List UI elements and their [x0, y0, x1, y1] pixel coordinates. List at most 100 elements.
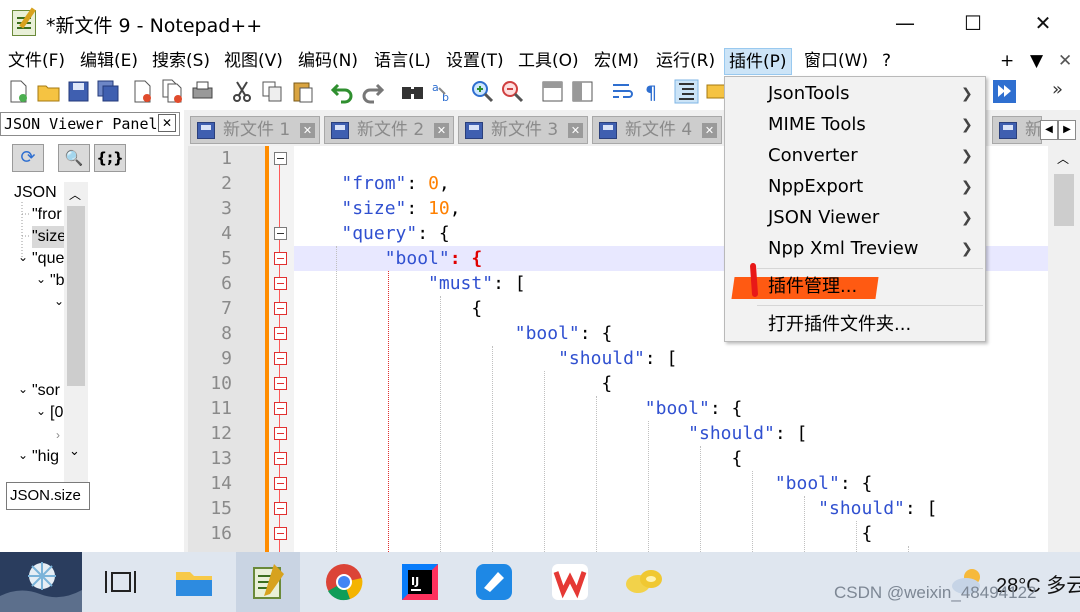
code-line[interactable]: "query": { — [298, 221, 449, 246]
zoom-in-icon[interactable] — [470, 79, 495, 104]
menu-window[interactable]: 窗口(W) — [800, 48, 872, 75]
scroll-up-icon[interactable]: ︿ — [1057, 150, 1069, 167]
feishu-icon[interactable] — [470, 558, 518, 606]
close-doc-button[interactable]: ✕ — [1054, 48, 1076, 75]
close-icon[interactable] — [130, 79, 155, 104]
wps-icon[interactable] — [546, 558, 594, 606]
code-line[interactable]: { — [298, 521, 873, 546]
indent-guide-icon[interactable] — [674, 79, 699, 104]
tree-scrollbar[interactable]: ︿ ⌄ — [64, 182, 88, 500]
fold-toggle-icon[interactable] — [274, 452, 287, 465]
notepadpp-icon[interactable] — [244, 558, 292, 606]
menu-item-converter[interactable]: Converter ❯ — [725, 141, 985, 171]
code-line[interactable]: "bool": { — [298, 471, 873, 496]
task-view-icon[interactable] — [100, 558, 148, 606]
cut-icon[interactable] — [230, 79, 255, 104]
menu-search[interactable]: 搜索(S) — [148, 48, 214, 75]
close-window-button[interactable]: ✕ — [1008, 0, 1078, 46]
code-line[interactable]: "from": 0, — [298, 171, 449, 196]
tree-node[interactable]: "hig — [32, 446, 59, 468]
chevron-down-icon[interactable]: ⌄ — [36, 400, 46, 422]
editor-scrollbar[interactable]: ︿ — [1048, 146, 1080, 552]
menu-macro[interactable]: 宏(M) — [590, 48, 643, 75]
tree-node[interactable]: "fror — [32, 204, 62, 226]
fold-toggle-icon[interactable] — [274, 302, 287, 315]
macro-play-icon[interactable] — [992, 79, 1017, 104]
tab-close-icon[interactable]: ✕ — [568, 123, 583, 138]
find-icon[interactable] — [400, 79, 425, 104]
code-line[interactable]: { — [298, 371, 612, 396]
menu-view[interactable]: 视图(V) — [220, 48, 287, 75]
menu-item-open-plugins-folder[interactable]: 打开插件文件夹... — [725, 310, 985, 340]
tree-node[interactable]: "b — [50, 270, 65, 292]
copy-icon[interactable] — [260, 79, 285, 104]
chrome-icon[interactable] — [320, 558, 368, 606]
code-line[interactable]: "should": [ — [298, 346, 677, 371]
save-all-icon[interactable] — [96, 79, 121, 104]
scroll-down-icon[interactable]: ⌄ — [69, 444, 80, 459]
code-line[interactable]: "should": [ — [298, 496, 937, 521]
tree-node[interactable]: [0 — [50, 402, 63, 424]
code-line[interactable]: { — [298, 446, 742, 471]
code-line[interactable]: "must": [ — [298, 271, 526, 296]
sync-v-icon[interactable] — [540, 79, 565, 104]
paste-icon[interactable] — [290, 79, 315, 104]
menu-item-nppexport[interactable]: NppExport ❯ — [725, 172, 985, 202]
tab-new-file-2[interactable]: 新文件 2 ✕ — [324, 116, 454, 144]
menu-tools[interactable]: 工具(O) — [514, 48, 583, 75]
tab-new-file-1[interactable]: 新文件 1 ✕ — [190, 116, 320, 144]
tab-scroll-right-button[interactable]: ▶ — [1058, 120, 1076, 140]
open-file-icon[interactable] — [36, 79, 61, 104]
sync-h-icon[interactable] — [570, 79, 595, 104]
fold-toggle-icon[interactable] — [274, 352, 287, 365]
show-all-chars-icon[interactable]: ¶ — [640, 79, 665, 104]
menu-plugins[interactable]: 插件(P) — [724, 48, 792, 75]
menu-item-json-viewer[interactable]: JSON Viewer ❯ — [725, 203, 985, 233]
fold-toggle-icon[interactable] — [274, 377, 287, 390]
code-line[interactable]: "should": [ — [298, 421, 807, 446]
new-tab-button[interactable]: + — [996, 48, 1018, 75]
menu-file[interactable]: 文件(F) — [4, 48, 69, 75]
tree-scrollbar-thumb[interactable] — [67, 206, 85, 386]
fold-toggle-icon[interactable] — [274, 152, 287, 165]
format-button[interactable]: {;} — [94, 144, 126, 172]
editor-scrollbar-thumb[interactable] — [1054, 174, 1074, 226]
maximize-button[interactable]: ☐ — [938, 0, 1008, 46]
new-file-icon[interactable] — [6, 79, 31, 104]
undo-icon[interactable] — [330, 79, 355, 104]
code-line[interactable]: { — [298, 296, 482, 321]
word-wrap-icon[interactable] — [610, 79, 635, 104]
code-line[interactable]: "size": 10, — [298, 196, 460, 221]
tree-node[interactable]: "que — [32, 248, 64, 270]
chevron-down-icon[interactable]: ⌄ — [18, 444, 28, 466]
chevron-down-icon[interactable]: ⌄ — [36, 268, 46, 290]
desktop-thumbnail-icon[interactable] — [0, 552, 82, 612]
menu-run[interactable]: 运行(R) — [652, 48, 719, 75]
menu-item-jsontools[interactable]: JsonTools ❯ — [725, 79, 985, 109]
tab-close-icon[interactable]: ✕ — [300, 123, 315, 138]
tab-new-file-3[interactable]: 新文件 3 ✕ — [458, 116, 588, 144]
menu-item-mime-tools[interactable]: MIME Tools ❯ — [725, 110, 985, 140]
menu-item-plugins-admin[interactable]: 插件管理... — [725, 272, 985, 302]
menu-edit[interactable]: 编辑(E) — [76, 48, 142, 75]
tab-new-file-partial[interactable]: 新 — [992, 116, 1042, 144]
fold-toggle-icon[interactable] — [274, 327, 287, 340]
scroll-up-icon[interactable]: ︿ — [69, 186, 81, 203]
fold-toggle-icon[interactable] — [274, 252, 287, 265]
minimize-button[interactable]: — — [870, 0, 940, 46]
fold-toggle-icon[interactable] — [274, 227, 287, 240]
replace-icon[interactable]: ab — [430, 79, 455, 104]
menu-language[interactable]: 语言(L) — [370, 48, 435, 75]
menu-help[interactable]: ? — [878, 48, 895, 75]
pinned-app-icon[interactable] — [620, 558, 668, 606]
tab-new-file-4[interactable]: 新文件 4 ✕ — [592, 116, 722, 144]
fold-margin[interactable] — [266, 146, 294, 552]
fold-toggle-icon[interactable] — [274, 277, 287, 290]
more-icon[interactable]: » — [1052, 79, 1077, 104]
file-explorer-icon[interactable] — [170, 558, 218, 606]
code-line[interactable]: "bool": { — [298, 246, 483, 271]
json-panel-close-button[interactable]: ✕ — [158, 114, 176, 132]
refresh-button[interactable]: ⟳ — [12, 144, 44, 172]
fold-toggle-icon[interactable] — [274, 477, 287, 490]
menu-settings[interactable]: 设置(T) — [442, 48, 508, 75]
